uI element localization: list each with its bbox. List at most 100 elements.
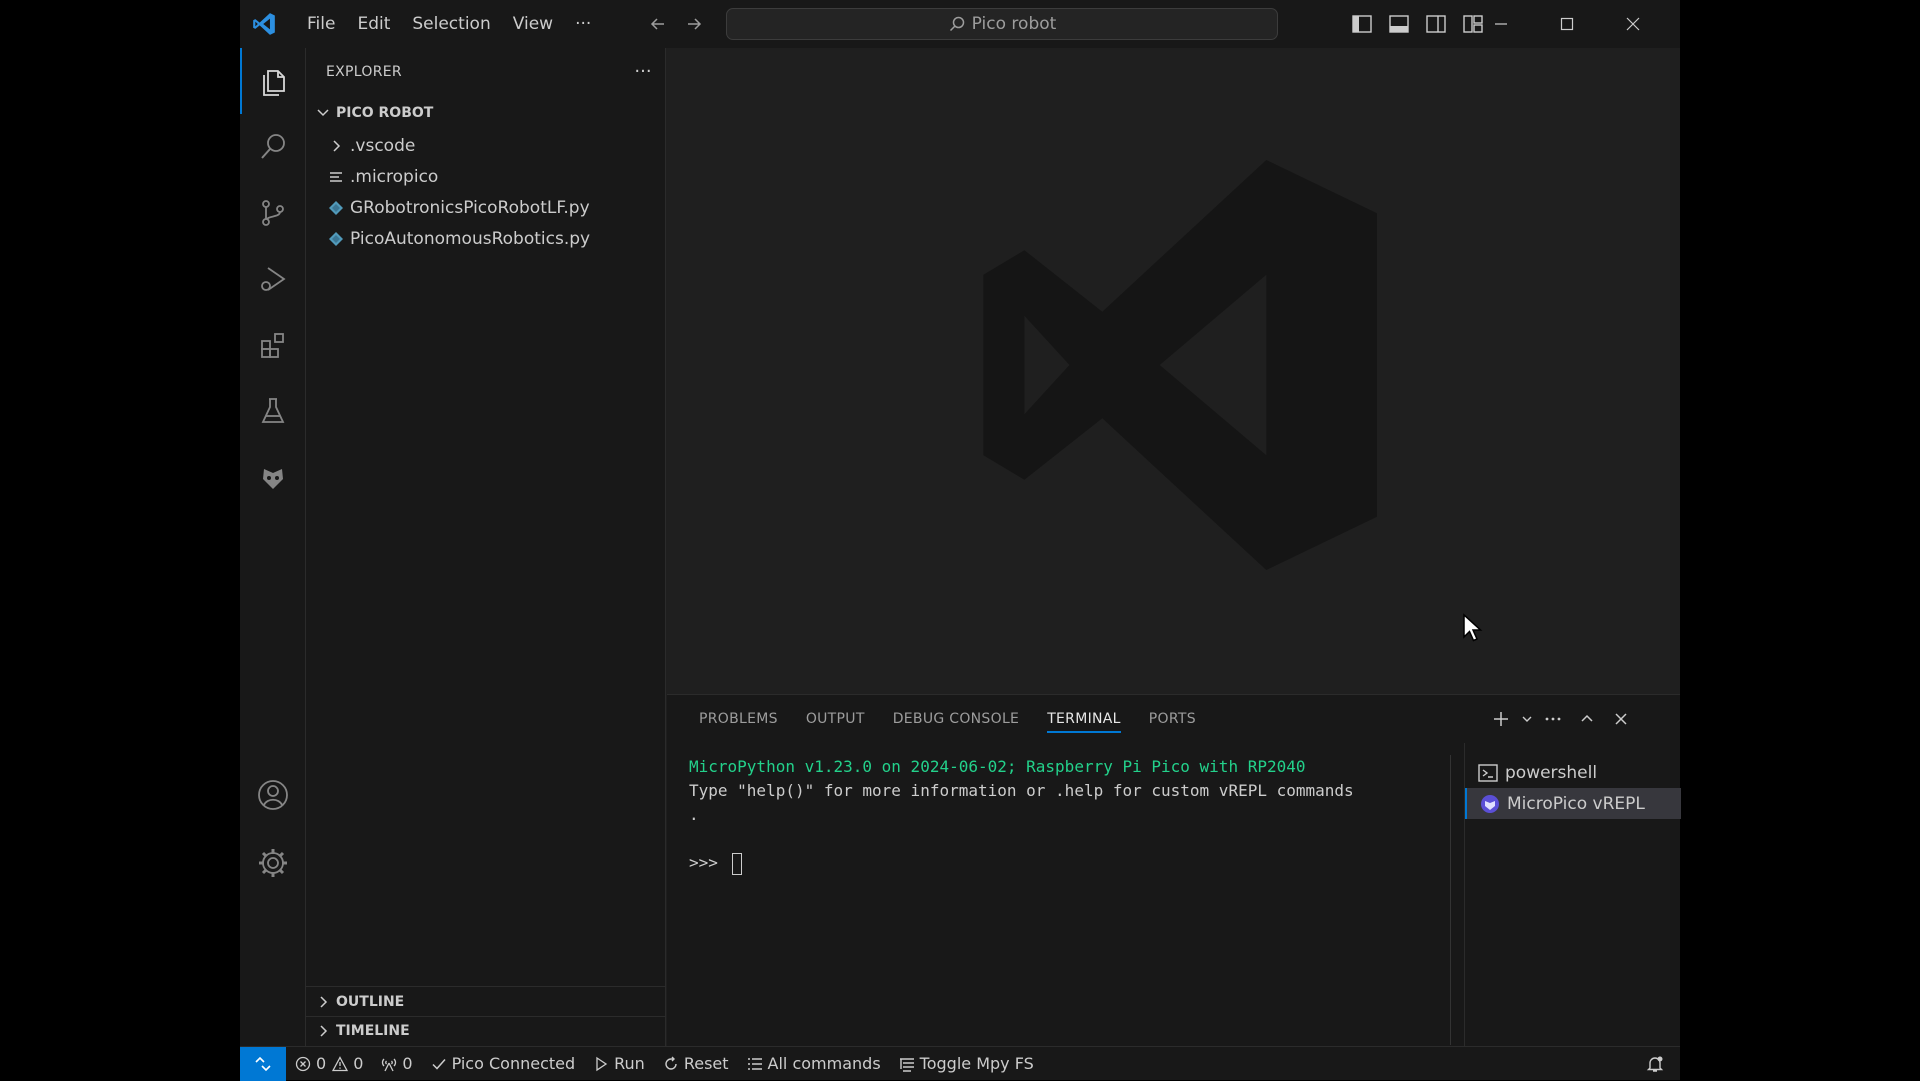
tab-ports[interactable]: PORTS — [1149, 695, 1196, 743]
title-bar: File Edit Selection View ··· Pico robot — [240, 0, 1680, 48]
terminal-output[interactable]: MicroPython v1.23.0 on 2024-06-02; Raspb… — [667, 755, 1447, 1047]
activity-search[interactable] — [240, 114, 306, 180]
files-icon — [263, 70, 285, 96]
arrow-right-icon — [688, 18, 702, 30]
terminal-line: . — [689, 805, 699, 824]
close-window-button[interactable] — [1600, 0, 1666, 48]
outline-label: OUTLINE — [336, 994, 405, 1010]
chevron-up-icon — [1581, 714, 1593, 722]
play-icon — [596, 1056, 608, 1071]
maximize-panel-button[interactable] — [1570, 703, 1604, 735]
vscode-logo-icon — [253, 13, 275, 35]
run-button[interactable]: Run — [584, 1047, 654, 1081]
timeline-label: TIMELINE — [336, 1023, 410, 1039]
warning-icon — [332, 1055, 349, 1071]
status-bar: 0 0 0 Pico Connected Run Reset All comma… — [240, 1046, 1680, 1081]
vscode-window: File Edit Selection View ··· Pico robot — [240, 0, 1681, 1081]
remote-indicator-button[interactable] — [240, 1046, 286, 1081]
extensions-icon — [261, 333, 284, 358]
back-button[interactable] — [640, 8, 676, 40]
reset-label: Reset — [683, 1054, 729, 1073]
pico-connection-label: Pico Connected — [451, 1054, 576, 1073]
flask-icon — [261, 398, 285, 423]
terminal-entry-powershell[interactable]: powershell — [1465, 757, 1681, 788]
ports-status[interactable]: 0 — [372, 1047, 421, 1081]
notifications-button[interactable] — [1646, 1047, 1664, 1081]
run-label: Run — [614, 1054, 645, 1073]
python-file-icon — [329, 231, 343, 246]
chevron-down-icon — [1522, 716, 1532, 722]
error-icon — [295, 1056, 311, 1071]
tree-item-micropico-file[interactable]: .micropico — [306, 161, 666, 192]
activity-manage[interactable] — [240, 830, 306, 896]
close-panel-button[interactable] — [1604, 703, 1638, 735]
tab-output[interactable]: OUTPUT — [806, 695, 865, 743]
sidebar-left-icon — [1351, 15, 1372, 33]
terminal-scrollbar[interactable] — [1450, 755, 1451, 1045]
python-file-icon — [329, 200, 343, 215]
explorer-more-actions-button[interactable]: ··· — [628, 58, 658, 84]
tree-item-label: .vscode — [350, 135, 416, 156]
terminal-prompt: >>> — [689, 853, 728, 872]
menu-selection[interactable]: Selection — [401, 7, 501, 41]
timeline-section-header[interactable]: TIMELINE — [306, 1016, 666, 1046]
list-icon — [747, 1057, 762, 1070]
tree-item-label: PicoAutonomousRobotics.py — [350, 228, 591, 249]
activity-run-debug[interactable] — [240, 246, 306, 312]
terminal-entry-label: MicroPico vREPL — [1507, 793, 1645, 814]
panel-actions — [1484, 703, 1638, 735]
problems-status[interactable]: 0 0 — [286, 1047, 372, 1081]
sidebar-title: EXPLORER — [326, 64, 402, 80]
tree-item-autonomous-file[interactable]: PicoAutonomousRobotics.py — [306, 223, 666, 254]
tree-item-grobotronics-file[interactable]: GRobotronicsPicoRobotLF.py — [306, 192, 666, 223]
toggle-secondary-sidebar-button[interactable] — [1417, 8, 1454, 40]
tree-item-vscode-folder[interactable]: .vscode — [306, 130, 666, 161]
activity-explorer[interactable] — [240, 48, 306, 114]
outline-section-header[interactable]: OUTLINE — [306, 987, 666, 1017]
menu-edit[interactable]: Edit — [346, 7, 401, 41]
activity-bar — [240, 48, 306, 1046]
bottom-panel: PROBLEMS OUTPUT DEBUG CONSOLE TERMINAL P… — [667, 694, 1681, 1047]
new-terminal-button[interactable] — [1484, 703, 1518, 735]
minimize-button[interactable] — [1468, 0, 1534, 48]
pico-connection-status[interactable]: Pico Connected — [422, 1047, 585, 1081]
panel-bottom-icon — [1388, 15, 1409, 33]
tree-item-label: GRobotronicsPicoRobotLF.py — [350, 197, 590, 218]
terminal-line: Type "help()" for more information or .h… — [689, 781, 1354, 800]
navigation-arrows — [640, 8, 712, 40]
menu-view[interactable]: View — [502, 7, 564, 41]
warning-count: 0 — [353, 1054, 364, 1073]
terminal-entry-label: powershell — [1505, 762, 1598, 783]
menu-more[interactable]: ··· — [564, 7, 602, 41]
chevron-right-icon — [320, 996, 328, 1008]
toggle-primary-sidebar-button[interactable] — [1343, 8, 1380, 40]
source-control-icon — [262, 200, 284, 226]
reset-button[interactable]: Reset — [654, 1047, 738, 1081]
account-icon — [258, 780, 288, 810]
tab-problems[interactable]: PROBLEMS — [699, 695, 778, 743]
activity-accounts[interactable] — [240, 762, 306, 828]
panel-tabs: PROBLEMS OUTPUT DEBUG CONSOLE TERMINAL P… — [685, 695, 1210, 743]
activity-micropico[interactable] — [240, 444, 306, 510]
activity-extensions[interactable] — [240, 312, 306, 378]
terminal-prompt-line: >>> — [689, 851, 1447, 875]
error-count: 0 — [316, 1054, 327, 1073]
terminal-entry-micropico-vrepl[interactable]: MicroPico vREPL — [1465, 788, 1681, 819]
menu-file[interactable]: File — [296, 7, 346, 41]
toggle-panel-button[interactable] — [1380, 8, 1417, 40]
all-commands-button[interactable]: All commands — [738, 1047, 890, 1081]
toggle-mpy-fs-button[interactable]: Toggle Mpy FS — [890, 1047, 1043, 1081]
tab-debug-console[interactable]: DEBUG CONSOLE — [893, 695, 1020, 743]
editor-area[interactable] — [667, 48, 1680, 694]
command-center-label: Pico robot — [971, 14, 1057, 34]
check-icon — [432, 1058, 446, 1070]
folder-section-header[interactable]: PICO ROBOT — [306, 98, 666, 128]
panel-more-actions-button[interactable] — [1536, 703, 1570, 735]
command-center-search[interactable]: Pico robot — [726, 8, 1278, 40]
activity-source-control[interactable] — [240, 180, 306, 246]
maximize-button[interactable] — [1534, 0, 1600, 48]
activity-testing[interactable] — [240, 378, 306, 444]
forward-button[interactable] — [676, 8, 712, 40]
tab-terminal[interactable]: TERMINAL — [1047, 695, 1121, 743]
terminal-profile-dropdown[interactable] — [1518, 703, 1536, 735]
